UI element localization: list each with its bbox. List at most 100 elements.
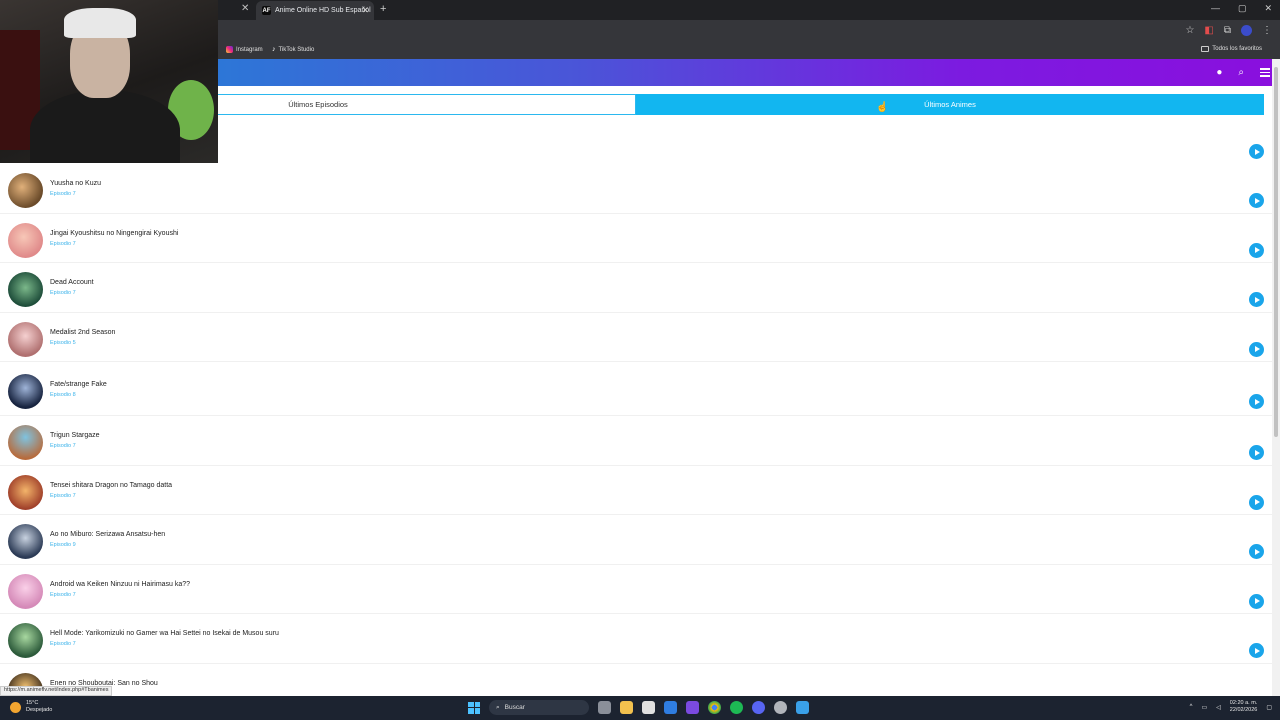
anime-thumbnail bbox=[8, 222, 43, 258]
anime-thumbnail bbox=[8, 321, 43, 357]
list-item[interactable]: Dead Account Episodio 7 bbox=[0, 263, 1272, 313]
list-item[interactable]: Jingai Kyoushitsu no Ningengirai Kyoushi… bbox=[0, 214, 1272, 263]
weather-temp: 15°C bbox=[26, 700, 39, 706]
webcam-overlay bbox=[0, 0, 218, 163]
list-item[interactable]: Tensei shitara Dragon no Tamago datta Ep… bbox=[0, 466, 1272, 515]
anime-thumbnail bbox=[8, 272, 43, 307]
person-cap bbox=[64, 8, 136, 38]
clock-date: 22/02/2026 bbox=[1229, 707, 1258, 713]
play-button[interactable] bbox=[1249, 494, 1264, 510]
anime-thumbnail bbox=[8, 425, 43, 460]
play-button[interactable] bbox=[1249, 643, 1264, 658]
maximize-icon[interactable]: ▢ bbox=[1238, 3, 1247, 14]
list-item[interactable]: Fate/strange Fake Episodio 8 bbox=[0, 362, 1272, 416]
play-button[interactable] bbox=[1249, 341, 1264, 357]
anime-list: Yuusha no Kuzu Episodio 7 Jingai Kyoushi… bbox=[0, 164, 1272, 713]
browser-menu-icon[interactable]: ⋮ bbox=[1262, 25, 1272, 36]
system-clock[interactable]: 02:20 a. m. 22/02/2026 bbox=[1230, 700, 1258, 714]
list-item[interactable]: Trigun Stargaze Episodio 7 bbox=[0, 416, 1272, 466]
bookmark-star-icon[interactable]: ☆ bbox=[1185, 25, 1194, 36]
play-button[interactable] bbox=[1249, 445, 1264, 460]
scrollbar-thumb[interactable] bbox=[1274, 67, 1278, 437]
page-scrollbar[interactable] bbox=[1272, 59, 1280, 696]
taskbar-search[interactable]: ⌕ Buscar bbox=[489, 700, 589, 715]
anime-title[interactable]: Tensei shitara Dragon no Tamago datta bbox=[50, 482, 172, 489]
spotify-icon[interactable] bbox=[730, 701, 743, 714]
anime-title[interactable]: Ao no Miburo: Serizawa Ansatsu-hen bbox=[50, 531, 165, 538]
browser-tab-active[interactable]: AF Anime Online HD Sub Español ✕ bbox=[256, 1, 374, 20]
play-button[interactable] bbox=[1249, 544, 1264, 559]
network-icon[interactable]: ▭ bbox=[1202, 704, 1208, 711]
anime-title[interactable]: Dead Account bbox=[50, 279, 94, 286]
anime-title[interactable]: Android wa Keiken Ninzuu ni Hairimasu ka… bbox=[50, 581, 190, 588]
episode-label: Episodio 7 bbox=[50, 240, 76, 247]
search-placeholder: Buscar bbox=[504, 704, 525, 711]
anime-title[interactable]: Jingai Kyoushitsu no Ningengirai Kyoushi bbox=[50, 230, 178, 237]
puzzle-icon[interactable]: ⧉ bbox=[1224, 25, 1231, 36]
anime-title[interactable]: Yuusha no Kuzu bbox=[50, 180, 101, 187]
tab-title: Anime Online HD Sub Español bbox=[275, 7, 371, 14]
tab-ultimos-animes[interactable]: Últimos Animes bbox=[636, 94, 1264, 115]
anime-thumbnail bbox=[8, 573, 43, 609]
play-button[interactable] bbox=[1249, 593, 1264, 609]
bookmark-instagram[interactable]: Instagram bbox=[226, 46, 263, 53]
close-tab-icon[interactable]: ✕ bbox=[361, 5, 369, 16]
anime-thumbnail bbox=[8, 524, 43, 559]
anime-title[interactable]: Hell Mode: Yarikomizuki no Gamer wa Hai … bbox=[50, 630, 279, 637]
list-item[interactable]: Android wa Keiken Ninzuu ni Hairimasu ka… bbox=[0, 565, 1272, 614]
episode-label: Episodio 7 bbox=[50, 641, 76, 647]
hamburger-menu-icon[interactable] bbox=[1260, 68, 1270, 77]
play-button[interactable] bbox=[1249, 292, 1264, 307]
list-item[interactable]: Yuusha no Kuzu Episodio 7 bbox=[0, 164, 1272, 214]
anime-title[interactable]: Medalist 2nd Season bbox=[50, 329, 115, 336]
close-window-icon[interactable]: ✕ bbox=[1264, 3, 1272, 14]
status-url: https://m.animeflv.net/index.php#Tbanime… bbox=[0, 686, 113, 696]
search-icon: ⌕ bbox=[496, 703, 500, 711]
person-hoodie bbox=[30, 90, 180, 163]
settings-app-icon[interactable] bbox=[774, 701, 787, 714]
bookmark-tiktok-studio[interactable]: ♪ TikTok Studio bbox=[272, 46, 314, 53]
all-bookmarks-label: Todos los favoritos bbox=[1212, 46, 1262, 52]
weather-desc: Despejado bbox=[26, 707, 53, 713]
profile-avatar-icon[interactable] bbox=[1241, 25, 1252, 36]
list-item[interactable]: Medalist 2nd Season Episodio 5 bbox=[0, 313, 1272, 362]
episode-label: Episodio 7 bbox=[50, 591, 76, 598]
weather-widget[interactable]: 15°C Despejado bbox=[10, 700, 52, 714]
play-button[interactable] bbox=[1249, 144, 1264, 159]
chrome-icon[interactable] bbox=[708, 701, 721, 714]
close-tab-icon[interactable]: ✕ bbox=[241, 3, 249, 14]
tiktok-icon: ♪ bbox=[272, 46, 276, 53]
search-icon[interactable]: ⌕ bbox=[1238, 67, 1244, 78]
user-icon[interactable]: ● bbox=[1216, 67, 1222, 78]
bookmark-label: Instagram bbox=[236, 46, 263, 53]
play-button[interactable] bbox=[1249, 394, 1264, 409]
discord-icon[interactable] bbox=[752, 701, 765, 714]
hand-cursor-icon: ☝ bbox=[876, 102, 889, 113]
tab-favicon-icon: AF bbox=[262, 6, 271, 15]
photos-app-icon[interactable] bbox=[796, 701, 809, 714]
notification-icon[interactable]: ▢ bbox=[1266, 704, 1272, 711]
anime-title[interactable]: Trigun Stargaze bbox=[50, 432, 100, 439]
new-tab-icon[interactable]: + bbox=[380, 3, 386, 15]
windows-taskbar: 15°C Despejado ⌕ Buscar ^ ▭ ◁ 02:20 a. m… bbox=[0, 696, 1280, 720]
taskbar-apps: ⌕ Buscar bbox=[468, 700, 809, 715]
play-button[interactable] bbox=[1249, 193, 1264, 208]
volume-icon[interactable]: ◁ bbox=[1216, 704, 1221, 711]
mail-app-icon[interactable] bbox=[664, 701, 677, 714]
all-bookmarks-button[interactable]: Todos los favoritos bbox=[1201, 46, 1262, 52]
task-view-icon[interactable] bbox=[598, 701, 611, 714]
anime-title[interactable]: Fate/strange Fake bbox=[50, 381, 107, 388]
extension-icon[interactable]: ◧ bbox=[1204, 25, 1213, 36]
list-item[interactable]: Hell Mode: Yarikomizuki no Gamer wa Hai … bbox=[0, 614, 1272, 664]
chevron-up-icon[interactable]: ^ bbox=[1190, 704, 1193, 710]
minimize-icon[interactable]: — bbox=[1211, 3, 1220, 14]
anime-thumbnail bbox=[8, 374, 43, 409]
instagram-icon bbox=[226, 46, 233, 53]
file-explorer-icon[interactable] bbox=[620, 701, 633, 714]
moon-icon bbox=[10, 701, 21, 713]
list-item[interactable]: Ao no Miburo: Serizawa Ansatsu-hen Episo… bbox=[0, 515, 1272, 565]
calendar-app-icon[interactable] bbox=[642, 701, 655, 714]
purple-app-icon[interactable] bbox=[686, 701, 699, 714]
windows-start-icon[interactable] bbox=[468, 701, 480, 714]
play-button[interactable] bbox=[1249, 242, 1264, 258]
